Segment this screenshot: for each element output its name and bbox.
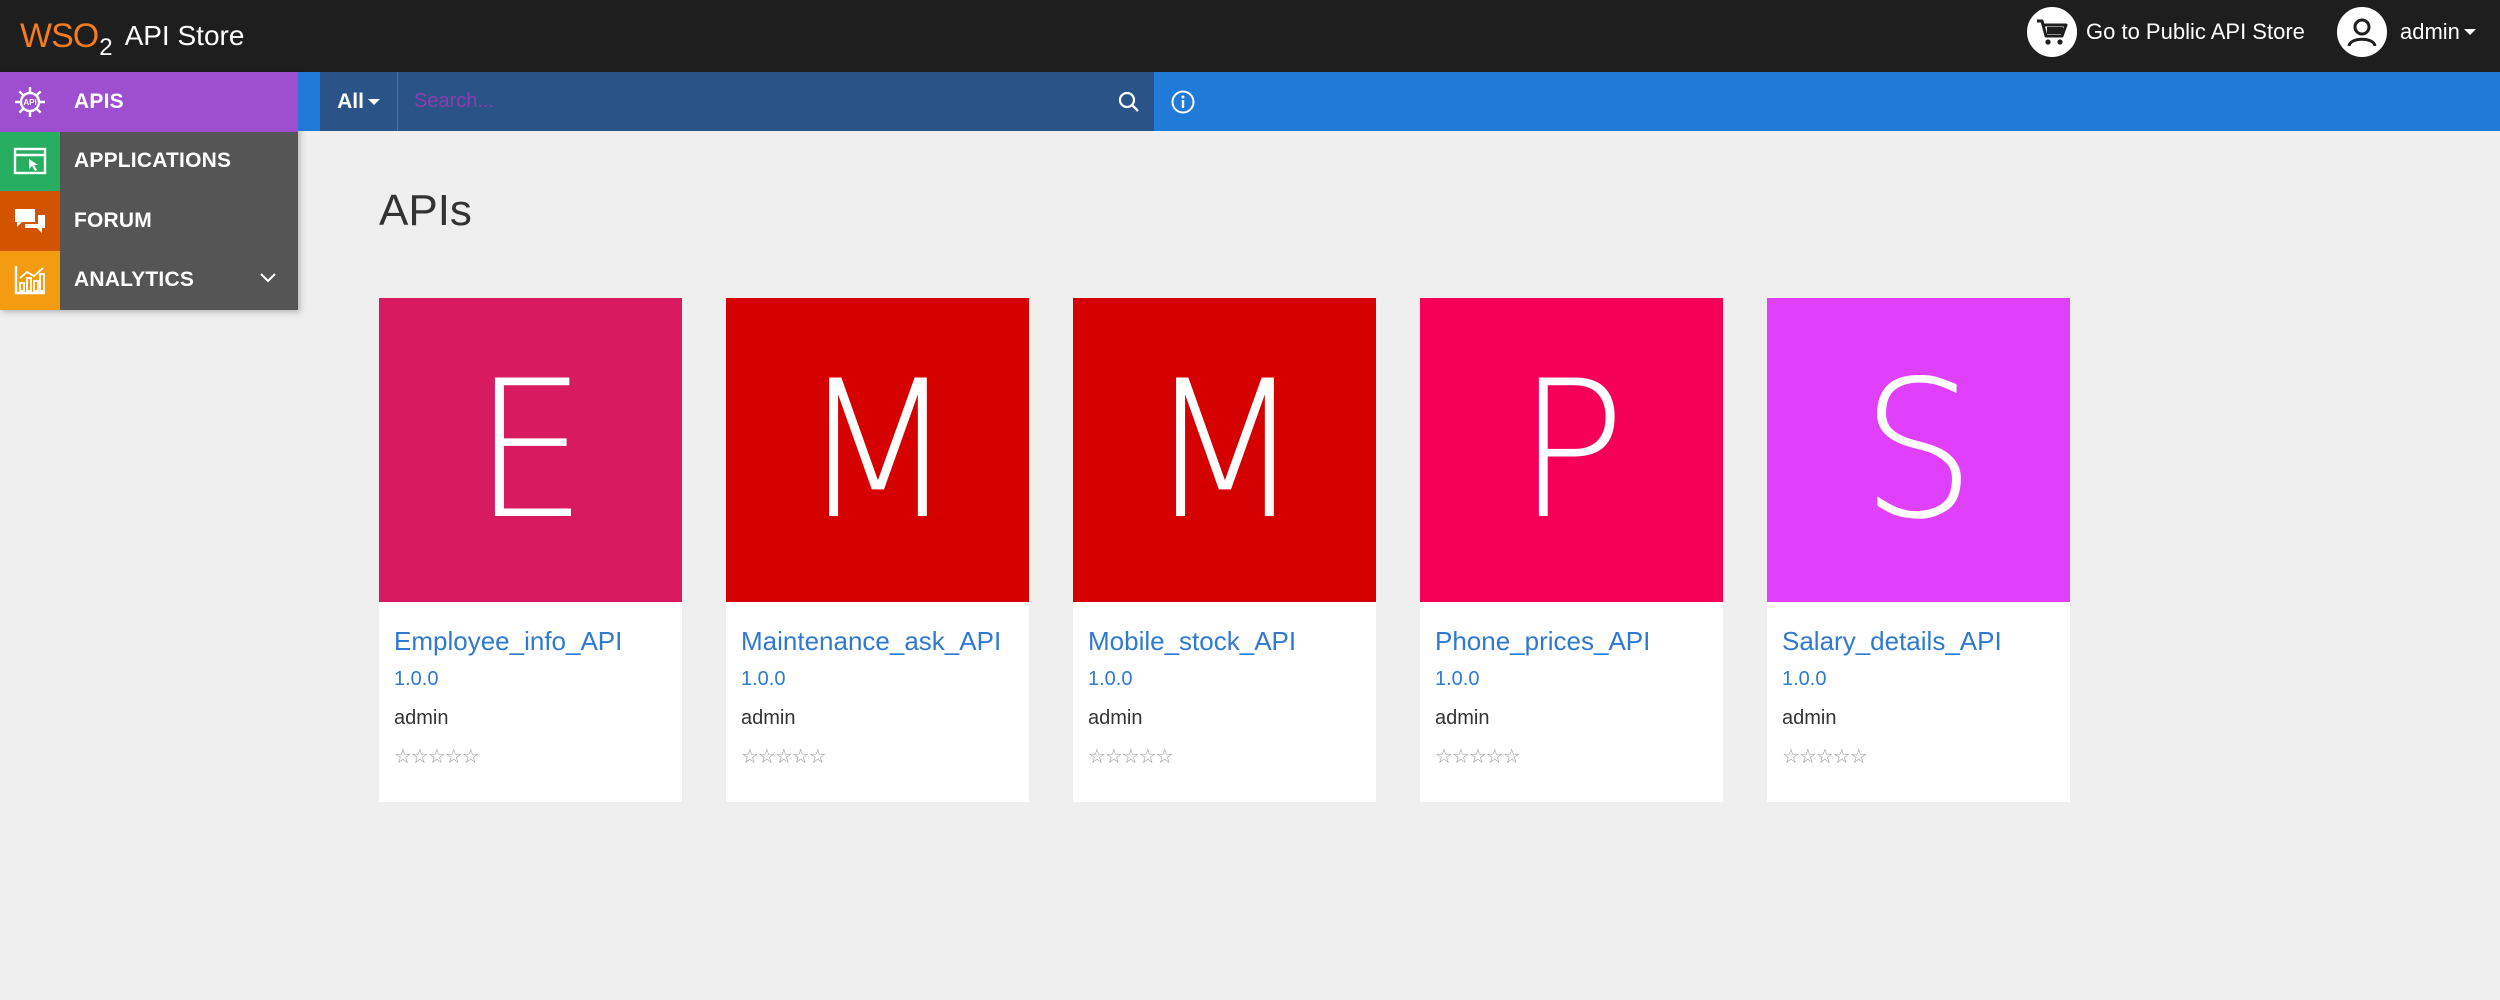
search-group: All	[320, 72, 1154, 131]
api-rating-stars[interactable]: ☆☆☆☆☆	[1088, 744, 1361, 769]
api-gear-icon: API	[15, 86, 45, 117]
user-avatar-icon	[2334, 4, 2390, 60]
public-store-label: Go to Public API Store	[2086, 19, 2305, 44]
user-name: admin	[2400, 19, 2460, 44]
sidebar-item-label: APIS	[74, 89, 124, 113]
api-name-link[interactable]: Phone_prices_API	[1435, 626, 1708, 656]
api-thumbnail-letter: M	[1146, 339, 1303, 561]
api-card-body: Mobile_stock_API 1.0.0 admin ☆☆☆☆☆	[1073, 602, 1376, 769]
api-name-link[interactable]: Salary_details_API	[1782, 626, 2055, 656]
search-icon	[1118, 91, 1139, 112]
nav-icon-box	[0, 250, 60, 310]
user-menu[interactable]: admin	[2334, 4, 2476, 60]
api-thumbnail[interactable]: P	[1420, 298, 1723, 602]
api-name-link[interactable]: Maintenance_ask_API	[741, 626, 1014, 656]
nav-icon-box	[0, 131, 60, 191]
search-button[interactable]	[1104, 72, 1154, 131]
api-owner: admin	[394, 707, 449, 729]
logo-subscript: 2	[99, 34, 113, 61]
public-store-link[interactable]: Go to Public API Store	[2024, 4, 2305, 60]
api-thumbnail-letter: S	[1861, 339, 1976, 561]
sidebar-item-forum[interactable]: FORUM	[0, 191, 298, 251]
api-name-link[interactable]: Mobile_stock_API	[1088, 626, 1361, 656]
search-scope-dropdown[interactable]: All	[320, 72, 398, 131]
api-card[interactable]: M Mobile_stock_API 1.0.0 admin ☆☆☆☆☆	[1073, 298, 1376, 802]
api-rating-stars[interactable]: ☆☆☆☆☆	[1435, 744, 1708, 769]
search-scope-label: All	[337, 89, 364, 113]
svg-text:API: API	[23, 98, 36, 107]
chat-bubbles-icon	[15, 208, 45, 233]
api-card[interactable]: P Phone_prices_API 1.0.0 admin ☆☆☆☆☆	[1420, 298, 1723, 802]
api-rating-stars[interactable]: ☆☆☆☆☆	[1782, 744, 2055, 769]
top-header: WSO 2 API Store Go to Public API Store a…	[0, 0, 2500, 72]
api-rating-stars[interactable]: ☆☆☆☆☆	[394, 744, 667, 769]
api-owner: admin	[1088, 707, 1143, 729]
caret-down-icon	[367, 98, 380, 105]
sidebar-item-apis[interactable]: API APIS	[0, 72, 298, 132]
brand[interactable]: WSO 2 API Store	[20, 10, 244, 62]
search-bar: All	[298, 72, 2500, 131]
logo-text: WSO	[20, 17, 99, 55]
api-rating-stars[interactable]: ☆☆☆☆☆	[741, 744, 1014, 769]
api-card-body: Phone_prices_API 1.0.0 admin ☆☆☆☆☆	[1420, 602, 1723, 769]
api-version: 1.0.0	[1782, 668, 1827, 690]
nav-icon-box: API	[0, 72, 60, 132]
api-card-body: Maintenance_ask_API 1.0.0 admin ☆☆☆☆☆	[726, 602, 1029, 769]
api-version: 1.0.0	[1435, 668, 1480, 690]
api-version: 1.0.0	[394, 668, 439, 690]
info-icon[interactable]	[1170, 89, 1196, 115]
sidebar-item-analytics[interactable]: ANALYTICS	[0, 250, 298, 310]
api-card[interactable]: S Salary_details_API 1.0.0 admin ☆☆☆☆☆	[1767, 298, 2070, 802]
api-owner: admin	[1782, 707, 1837, 729]
api-thumbnail-letter: M	[799, 339, 956, 561]
nav-icon-box	[0, 191, 60, 251]
api-version: 1.0.0	[741, 668, 786, 690]
api-card[interactable]: M Maintenance_ask_API 1.0.0 admin ☆☆☆☆☆	[726, 298, 1029, 802]
cart-icon	[2024, 4, 2080, 60]
api-card-body: Salary_details_API 1.0.0 admin ☆☆☆☆☆	[1767, 602, 2070, 769]
app-title: API Store	[124, 20, 245, 51]
bar-chart-icon	[14, 266, 45, 295]
api-thumbnail-letter: E	[473, 339, 588, 561]
api-thumbnail[interactable]: M	[726, 298, 1029, 602]
api-thumbnail[interactable]: S	[1767, 298, 2070, 602]
sidebar-item-label: FORUM	[74, 208, 152, 232]
api-owner: admin	[1435, 707, 1490, 729]
application-window-icon	[13, 148, 47, 175]
api-thumbnail[interactable]: M	[1073, 298, 1376, 602]
sidebar-item-applications[interactable]: APPLICATIONS	[0, 131, 298, 191]
api-card-list: E Employee_info_API 1.0.0 admin ☆☆☆☆☆ M …	[379, 298, 2114, 802]
api-name-link[interactable]: Employee_info_API	[394, 626, 667, 656]
wso2-logo: WSO 2	[20, 16, 113, 60]
search-input[interactable]	[398, 72, 1104, 131]
caret-down-icon	[2463, 29, 2476, 35]
api-card[interactable]: E Employee_info_API 1.0.0 admin ☆☆☆☆☆	[379, 298, 682, 802]
api-thumbnail-letter: P	[1517, 339, 1626, 561]
api-owner: admin	[741, 707, 796, 729]
chevron-down-icon[interactable]	[260, 272, 276, 283]
sidebar-item-label: APPLICATIONS	[74, 149, 232, 173]
api-version: 1.0.0	[1088, 668, 1133, 690]
sidebar: API APIS APPLICATIONS FORUM ANALYTICS	[0, 72, 298, 310]
sidebar-item-label: ANALYTICS	[74, 268, 195, 292]
api-thumbnail[interactable]: E	[379, 298, 682, 602]
page-title: APIs	[379, 186, 472, 235]
api-card-body: Employee_info_API 1.0.0 admin ☆☆☆☆☆	[379, 602, 682, 769]
